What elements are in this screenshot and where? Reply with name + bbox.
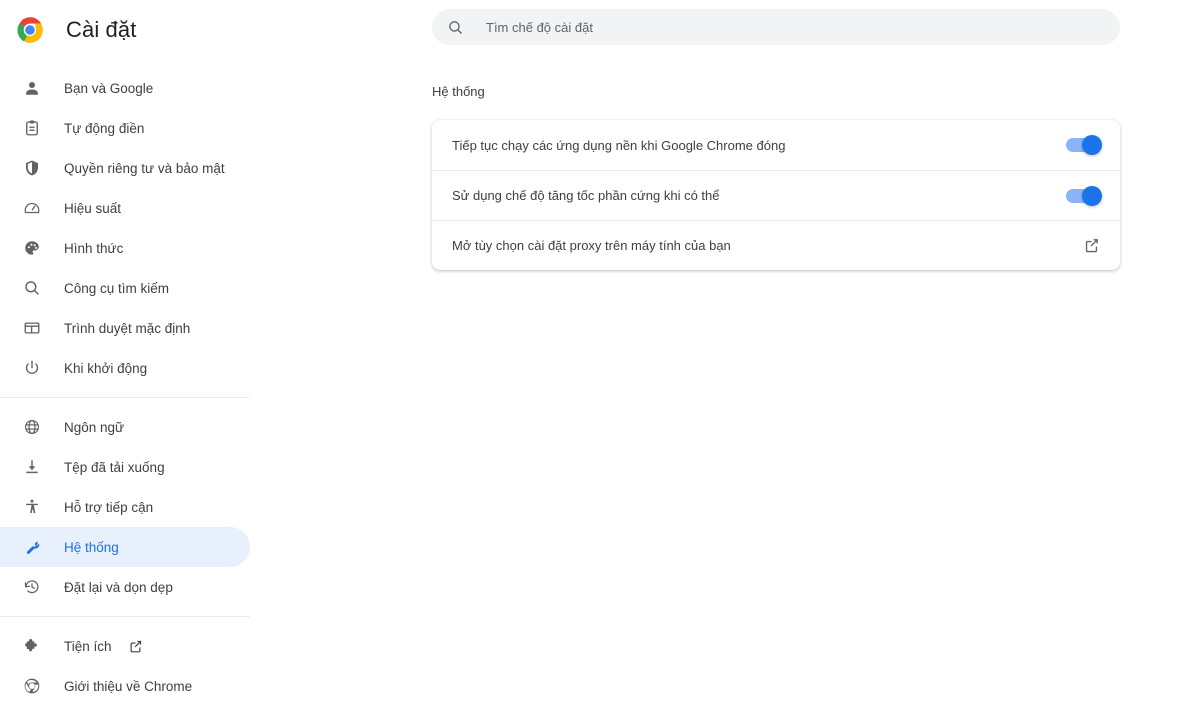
- section-heading: Hệ thống: [432, 84, 485, 99]
- sidebar-divider-1: [0, 397, 250, 398]
- sidebar-item-label: Công cụ tìm kiếm: [64, 280, 170, 296]
- sidebar-item-you-and-google[interactable]: Bạn và Google: [0, 68, 250, 108]
- sidebar-item-system[interactable]: Hệ thống: [0, 527, 250, 567]
- system-settings-card: Tiếp tục chạy các ứng dụng nền khi Googl…: [432, 120, 1120, 270]
- chrome-outline-icon: [22, 676, 42, 696]
- globe-icon: [22, 417, 42, 437]
- sidebar-group-1: Bạn và Google Tự động điền Quyền riêng t…: [0, 60, 270, 388]
- sidebar-item-default-browser[interactable]: Trình duyệt mặc định: [0, 308, 250, 348]
- setting-row-proxy-settings[interactable]: Mở tùy chọn cài đặt proxy trên máy tính …: [432, 220, 1120, 270]
- sidebar-item-label: Tự động điền: [64, 120, 145, 136]
- sidebar-item-label: Tệp đã tải xuống: [64, 459, 165, 475]
- sidebar-item-privacy-and-security[interactable]: Quyền riêng tư và bảo mật: [0, 148, 250, 188]
- setting-label: Sử dụng chế độ tăng tốc phần cứng khi có…: [452, 188, 720, 203]
- sidebar-item-label: Quyền riêng tư và bảo mật: [64, 160, 225, 176]
- sidebar-item-search-engine[interactable]: Công cụ tìm kiếm: [0, 268, 250, 308]
- main-content: Hệ thống Tiếp tục chạy các ứng dụng nền …: [270, 0, 1200, 710]
- sidebar-item-label: Trình duyệt mặc định: [64, 320, 191, 336]
- sidebar-group-2: Ngôn ngữ Tệp đã tải xuống Hỗ trợ tiếp cậ…: [0, 407, 270, 607]
- sidebar-item-extensions[interactable]: Tiện ích: [0, 626, 250, 666]
- palette-icon: [22, 238, 42, 258]
- power-icon: [22, 358, 42, 378]
- clipboard-icon: [22, 118, 42, 138]
- sidebar-item-label: Hỗ trợ tiếp cận: [64, 499, 154, 515]
- search-icon: [22, 278, 42, 298]
- shield-icon: [22, 158, 42, 178]
- sidebar-item-label: Giới thiệu về Chrome: [64, 678, 193, 694]
- sidebar-item-label: Ngôn ngữ: [64, 419, 125, 435]
- sidebar-item-label: Hình thức: [64, 240, 124, 256]
- sidebar-group-3: Tiện ích Giới thiệu về Chrome: [0, 626, 270, 706]
- wrench-icon: [22, 537, 42, 557]
- settings-page: Cài đặt Bạn và Google Tự động điền Quyền…: [0, 0, 1200, 710]
- person-icon: [22, 78, 42, 98]
- external-link-icon: [128, 639, 143, 654]
- brand-header: Cài đặt: [0, 0, 270, 60]
- setting-label: Mở tùy chọn cài đặt proxy trên máy tính …: [452, 238, 731, 253]
- sidebar-item-languages[interactable]: Ngôn ngữ: [0, 407, 250, 447]
- history-restore-icon: [22, 577, 42, 597]
- chrome-logo: [16, 16, 44, 44]
- search-input[interactable]: [484, 18, 1120, 36]
- page-title: Cài đặt: [66, 17, 137, 42]
- search-icon: [446, 18, 464, 36]
- sidebar-item-autofill[interactable]: Tự động điền: [0, 108, 250, 148]
- search-bar[interactable]: [432, 9, 1120, 45]
- setting-label: Tiếp tục chạy các ứng dụng nền khi Googl…: [452, 137, 786, 153]
- sidebar-item-appearance[interactable]: Hình thức: [0, 228, 250, 268]
- download-icon: [22, 457, 42, 477]
- accessibility-icon: [22, 497, 42, 517]
- sidebar-item-accessibility[interactable]: Hỗ trợ tiếp cận: [0, 487, 250, 527]
- sidebar-item-label: Khi khởi động: [64, 360, 148, 376]
- sidebar-item-label: Đặt lại và dọn dẹp: [64, 579, 173, 595]
- sidebar-item-label: Bạn và Google: [64, 80, 154, 96]
- browser-window-icon: [22, 318, 42, 338]
- hardware-acceleration-toggle[interactable]: [1066, 185, 1102, 206]
- background-apps-toggle[interactable]: [1066, 135, 1102, 155]
- sidebar-item-on-startup[interactable]: Khi khởi động: [0, 348, 250, 388]
- setting-row-background-apps[interactable]: Tiếp tục chạy các ứng dụng nền khi Googl…: [432, 120, 1120, 170]
- sidebar-item-performance[interactable]: Hiệu suất: [0, 188, 250, 228]
- sidebar-item-label: Hiệu suất: [64, 200, 122, 216]
- sidebar-divider-2: [0, 616, 250, 617]
- sidebar-item-label: Tiện ích: [64, 638, 112, 654]
- speedometer-icon: [22, 198, 42, 218]
- puzzle-piece-icon: [22, 636, 42, 656]
- external-link-icon[interactable]: [1082, 237, 1100, 255]
- sidebar-item-downloads[interactable]: Tệp đã tải xuống: [0, 447, 250, 487]
- sidebar-item-reset-and-cleanup[interactable]: Đặt lại và dọn dẹp: [0, 567, 250, 607]
- setting-row-hardware-acceleration[interactable]: Sử dụng chế độ tăng tốc phần cứng khi có…: [432, 170, 1120, 220]
- sidebar-item-about-chrome[interactable]: Giới thiệu về Chrome: [0, 666, 250, 706]
- sidebar: Cài đặt Bạn và Google Tự động điền Quyền…: [0, 0, 270, 710]
- sidebar-item-label: Hệ thống: [64, 539, 119, 555]
